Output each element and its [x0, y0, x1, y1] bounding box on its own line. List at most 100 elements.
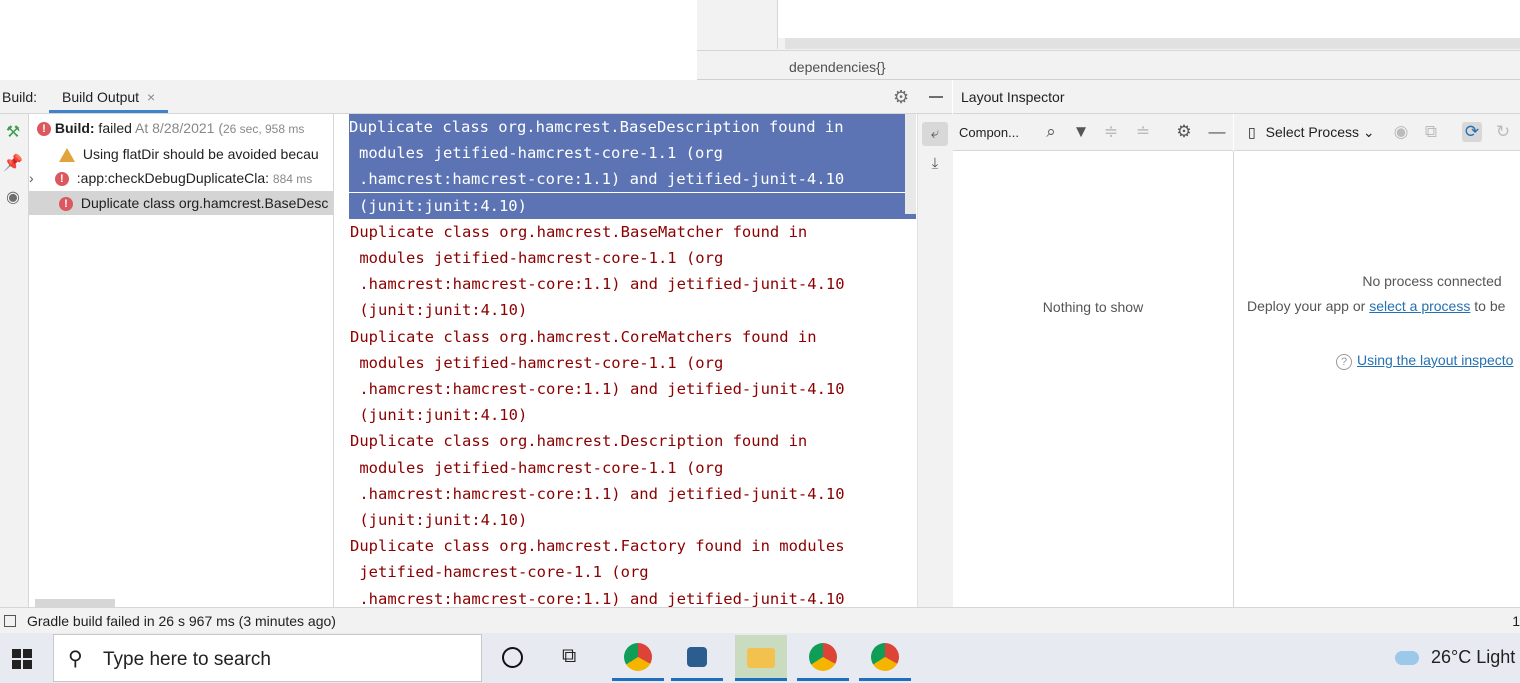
search-icon[interactable]: ⌕: [1041, 122, 1061, 142]
task-name: :app:checkDebugDuplicateCla:: [76, 170, 270, 186]
windows-taskbar: ⚲ Type here to search ⧉ 26°C Light: [0, 633, 1520, 683]
minimize-icon[interactable]: —: [1207, 122, 1227, 142]
taskbar-search[interactable]: ⚲ Type here to search: [53, 634, 482, 682]
error-text: Duplicate class org.hamcrest.BaseDesc: [80, 195, 329, 211]
build-console[interactable]: Duplicate class org.hamcrest.BaseDescrip…: [334, 114, 916, 607]
active-indicator: [797, 678, 849, 681]
status-toggle-icon[interactable]: [4, 615, 16, 627]
taskbar-app-chrome-profile-3[interactable]: [859, 635, 911, 681]
console-line[interactable]: .hamcrest:hamcrest-core:1.1) and jetifie…: [349, 166, 916, 193]
task-duration: 884 ms: [272, 172, 313, 186]
eye-icon[interactable]: ◉: [3, 188, 23, 208]
editor-area: dependencies{}: [697, 0, 1520, 80]
help-icon: ?: [1336, 354, 1352, 370]
chrome-icon: [871, 643, 899, 671]
device-view-panel: No process connected Deploy your app or …: [1234, 151, 1520, 607]
status-right-value: 1: [1512, 613, 1520, 629]
android-studio-icon: [687, 647, 707, 667]
layout-inspector-header: Layout Inspector: [953, 80, 1520, 114]
expand-all-icon[interactable]: ≑: [1101, 122, 1121, 142]
console-line[interactable]: (junit:junit:4.10): [350, 402, 910, 428]
tree-row-warning[interactable]: Using flatDir should be avoided becau: [29, 142, 333, 166]
build-status-label: Build:: [54, 120, 95, 136]
live-view-icon[interactable]: ◉: [1391, 122, 1411, 142]
chevron-down-icon: ⌄: [1362, 124, 1375, 140]
empty-state-text: Nothing to show: [1042, 299, 1144, 315]
tab-build-output[interactable]: Build Output ×: [49, 80, 169, 113]
tree-row-task[interactable]: › ! :app:checkDebugDuplicateCla: 884 ms: [29, 166, 333, 190]
collapse-all-icon[interactable]: ≐: [1133, 122, 1153, 142]
select-process-dropdown[interactable]: ▯ Select Process ⌄: [1248, 122, 1375, 142]
taskbar-app-file-explorer[interactable]: [735, 635, 787, 681]
taskbar-app-chrome-profile-2[interactable]: [797, 635, 849, 681]
build-status-duration: 26 sec, 958 ms: [222, 122, 305, 136]
editor-horizontal-scrollbar[interactable]: [785, 38, 1520, 49]
console-line[interactable]: Duplicate class org.hamcrest.Factory fou…: [350, 533, 910, 559]
component-tree-label: Compon...: [959, 125, 1019, 140]
console-line[interactable]: .hamcrest:hamcrest-core:1.1) and jetifie…: [350, 586, 910, 607]
active-indicator: [859, 678, 911, 681]
console-line[interactable]: modules jetified-hamcrest-core-1.1 (org: [350, 455, 910, 481]
taskbar-app-chrome[interactable]: [612, 635, 664, 681]
minimize-icon[interactable]: [929, 96, 943, 98]
taskbar-app-android-studio[interactable]: [671, 635, 723, 681]
chevron-right-icon[interactable]: ›: [29, 166, 37, 190]
task-view-icon[interactable]: ⧉: [562, 645, 576, 668]
active-indicator: [671, 678, 723, 681]
tree-row-build-status[interactable]: ! Build: failed At 8/28/2021 (26 sec, 95…: [29, 116, 333, 140]
refresh-icon[interactable]: ↻: [1493, 122, 1513, 142]
using-layout-inspector-link[interactable]: Using the layout inspecto: [1357, 352, 1513, 368]
phone-icon: ▯: [1248, 124, 1256, 140]
console-line[interactable]: modules jetified-hamcrest-core-1.1 (org: [349, 140, 916, 167]
console-line[interactable]: modules jetified-hamcrest-core-1.1 (org: [350, 350, 910, 376]
console-line[interactable]: Duplicate class org.hamcrest.Description…: [350, 428, 910, 454]
console-line[interactable]: Duplicate class org.hamcrest.CoreMatcher…: [350, 324, 910, 350]
help-link-row: ? Using the layout inspecto: [1336, 352, 1513, 370]
console-line[interactable]: Duplicate class org.hamcrest.BaseMatcher…: [350, 219, 910, 245]
select-process-link[interactable]: select a process: [1369, 298, 1470, 314]
console-line[interactable]: modules jetified-hamcrest-core-1.1 (org: [350, 245, 910, 271]
console-line[interactable]: .hamcrest:hamcrest-core:1.1) and jetifie…: [350, 376, 910, 402]
console-line[interactable]: jetified-hamcrest-core-1.1 (org: [350, 559, 910, 585]
console-line[interactable]: .hamcrest:hamcrest-core:1.1) and jetifie…: [350, 481, 910, 507]
cloud-icon: [1395, 651, 1419, 666]
warning-icon: [59, 148, 75, 163]
no-process-text: No process connected: [1362, 273, 1502, 289]
code-editor[interactable]: [778, 0, 1520, 38]
search-placeholder: Type here to search: [103, 649, 271, 670]
component-tree-panel: Nothing to show: [953, 151, 1234, 607]
cortana-icon[interactable]: [502, 647, 523, 668]
console-line[interactable]: .hamcrest:hamcrest-core:1.1) and jetifie…: [350, 271, 910, 297]
build-tree: ! Build: failed At 8/28/2021 (26 sec, 95…: [29, 114, 334, 607]
console-vertical-scrollbar[interactable]: [905, 114, 916, 214]
console-line[interactable]: Duplicate class org.hamcrest.BaseDescrip…: [349, 114, 916, 140]
pin-icon[interactable]: 📌: [3, 154, 23, 174]
gear-icon[interactable]: ⚙: [893, 88, 911, 106]
tree-horizontal-scrollbar[interactable]: [35, 599, 115, 607]
console-line[interactable]: (junit:junit:4.10): [350, 297, 910, 323]
chrome-icon: [624, 643, 652, 671]
deploy-hint-prefix: Deploy your app or: [1247, 298, 1370, 314]
scroll-to-end-icon[interactable]: ⤓: [922, 152, 948, 176]
windows-start-icon[interactable]: [12, 649, 32, 669]
warning-text: Using flatDir should be avoided becau: [82, 146, 319, 162]
breadcrumb-item[interactable]: dependencies{}: [789, 59, 886, 75]
soft-wrap-icon[interactable]: ⤶: [922, 122, 948, 146]
filter-icon[interactable]: ▼: [1071, 122, 1091, 142]
error-icon: !: [54, 172, 69, 187]
console-line[interactable]: (junit:junit:4.10): [349, 192, 916, 219]
console-line[interactable]: (junit:junit:4.10): [350, 507, 910, 533]
build-status-text: failed: [94, 120, 132, 136]
editor-gutter: [697, 0, 778, 49]
status-message[interactable]: Gradle build failed in 26 s 967 ms (3 mi…: [27, 613, 336, 629]
gear-icon[interactable]: ⚙: [1174, 122, 1194, 142]
live-updates-icon[interactable]: ⟳: [1462, 122, 1482, 142]
hammer-icon[interactable]: ⚒: [3, 123, 23, 143]
tree-row-error-selected[interactable]: ! Duplicate class org.hamcrest.BaseDesc: [29, 191, 333, 215]
device-toolbar: ▯ Select Process ⌄ ◉ ⧉ ⟳ ↻: [1234, 114, 1520, 151]
close-icon[interactable]: ×: [147, 89, 155, 105]
weather-widget[interactable]: 26°C Light: [1395, 647, 1515, 668]
build-status-date: At 8/28/2021 (: [131, 120, 223, 136]
error-icon: !: [59, 197, 73, 212]
layer-icon[interactable]: ⧉: [1421, 122, 1441, 142]
